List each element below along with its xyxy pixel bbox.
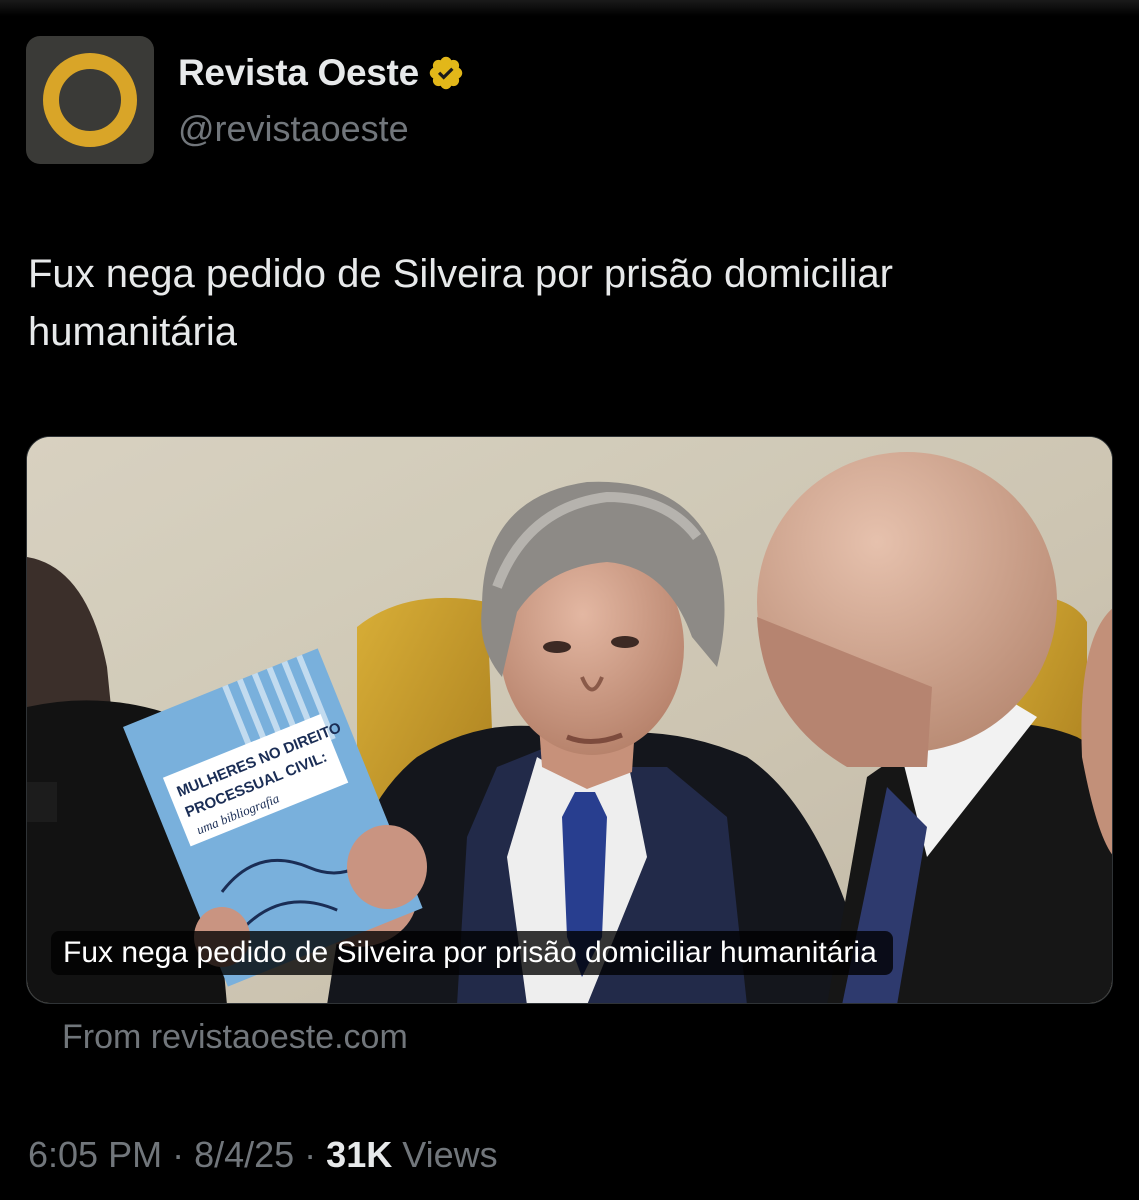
card-source-link[interactable]: From revistaoeste.com [62, 1018, 408, 1057]
tweet-time[interactable]: 6:05 PM [28, 1134, 162, 1176]
author-display-name[interactable]: Revista Oeste [178, 52, 419, 94]
tweet-meta: 6:05 PM · 8/4/25 · 31K Views [28, 1134, 498, 1176]
revista-oeste-logo-icon [43, 53, 137, 147]
views-count: 31K [326, 1134, 393, 1175]
author-avatar[interactable] [26, 36, 154, 164]
top-edge [0, 0, 1139, 16]
card-photo: MULHERES NO DIREITO PROCESSUAL CIVIL: um… [27, 437, 1112, 1003]
author-handle[interactable]: @revistaoeste [178, 108, 409, 150]
verified-badge-icon[interactable] [427, 54, 465, 92]
views-label: Views [402, 1134, 498, 1175]
author-name-row: Revista Oeste [178, 52, 465, 94]
meta-separator: · [294, 1134, 327, 1175]
tweet-text: Fux nega pedido de Silveira por prisão d… [28, 252, 893, 354]
meta-separator: · [162, 1134, 195, 1175]
card-caption: Fux nega pedido de Silveira por prisão d… [51, 931, 893, 975]
link-card[interactable]: MULHERES NO DIREITO PROCESSUAL CIVIL: um… [26, 436, 1113, 1004]
tweet-date[interactable]: 8/4/25 [194, 1134, 294, 1176]
